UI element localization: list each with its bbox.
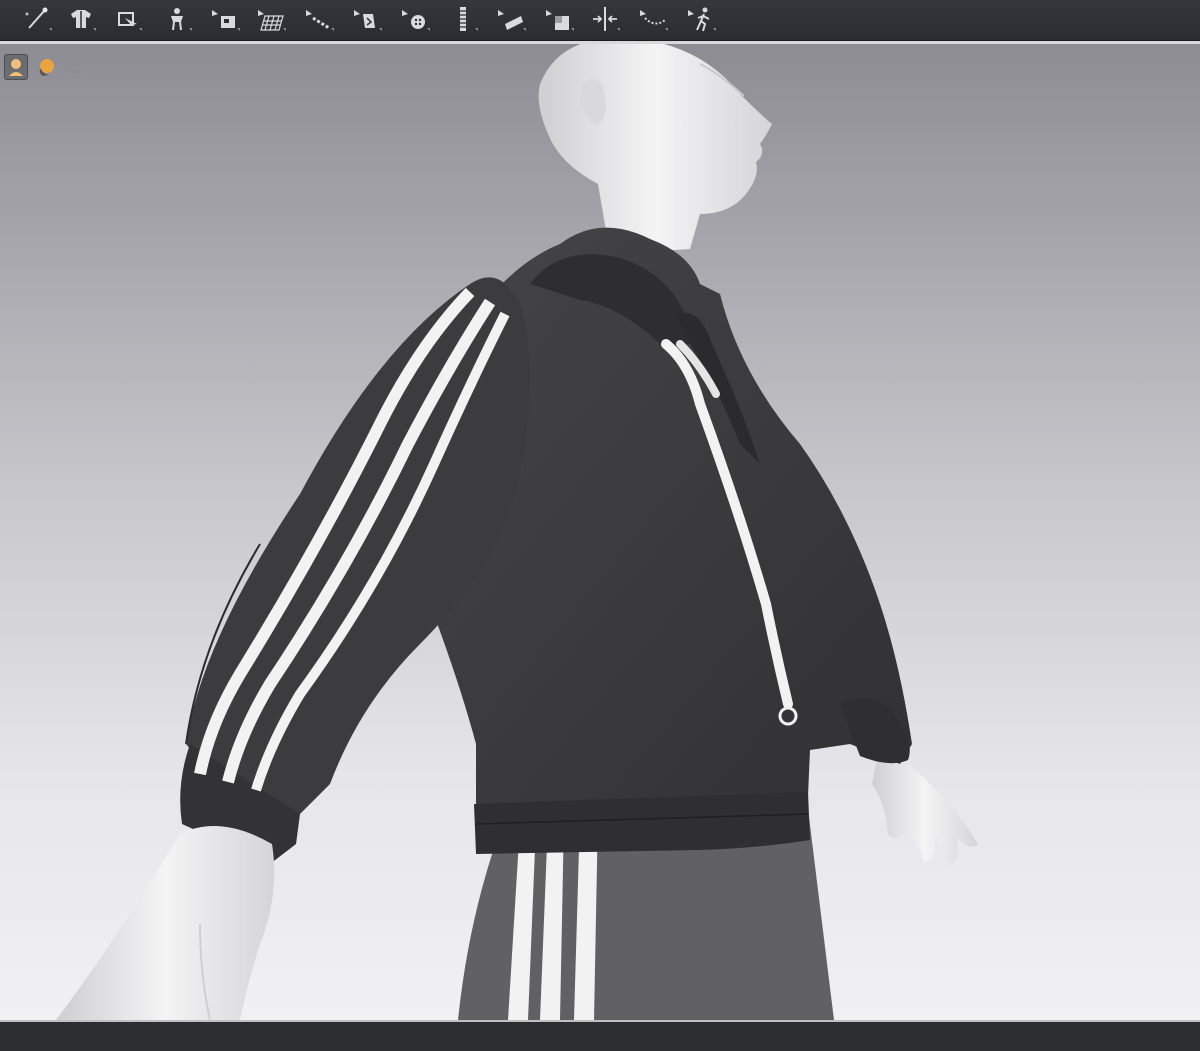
pin-tool-button[interactable] <box>18 2 56 36</box>
button-tool-button[interactable] <box>396 2 434 36</box>
walk-tool-button[interactable] <box>682 2 720 36</box>
trim-tool-button[interactable] <box>540 2 578 36</box>
mesh-tool-button[interactable] <box>252 2 290 36</box>
mesh-icon <box>258 10 284 31</box>
transform-icon <box>118 12 137 26</box>
measure-icon <box>593 7 617 31</box>
surface-icon <box>68 60 84 74</box>
avatar-icon <box>171 8 183 31</box>
graphic-tool-button[interactable] <box>348 2 386 36</box>
tape-icon <box>498 10 523 30</box>
walk-icon <box>688 7 710 32</box>
garment-tool-button[interactable] <box>62 2 100 36</box>
surface-toggle[interactable] <box>64 54 88 80</box>
tape-tool-button[interactable] <box>492 2 530 36</box>
avatar-tool-button[interactable] <box>158 2 196 36</box>
3d-viewport[interactable] <box>0 44 1200 1020</box>
transform-tool-button[interactable] <box>108 2 146 36</box>
avatar-head <box>538 44 772 254</box>
garment-icon <box>71 10 91 28</box>
topstitch-icon <box>306 10 330 30</box>
bottom-status-bar <box>0 1020 1200 1051</box>
zipper-tool-button[interactable] <box>444 2 482 36</box>
ruler-tool-button[interactable] <box>634 2 672 36</box>
topstitch-tool-button[interactable] <box>300 2 338 36</box>
pin-icon <box>25 7 48 29</box>
ruler-icon <box>640 10 666 25</box>
avatar-scene[interactable] <box>0 44 1200 1020</box>
measure-tool-button[interactable] <box>586 2 624 36</box>
top-toolbar <box>0 0 1200 41</box>
edit-texture-tool-button[interactable] <box>206 2 244 36</box>
show-avatar-toggle[interactable] <box>4 54 28 80</box>
trim-icon <box>546 10 569 30</box>
avatar-shaded-icon <box>39 59 54 76</box>
avatar-display-toggle[interactable] <box>34 54 58 80</box>
texture-icon <box>212 10 235 28</box>
viewport-toolbar <box>4 54 88 80</box>
avatar-head-icon <box>9 59 23 76</box>
button-icon <box>402 10 425 29</box>
avatar-right-hand <box>56 826 275 1020</box>
zipper-icon <box>460 7 466 31</box>
graphic-icon <box>354 10 375 28</box>
